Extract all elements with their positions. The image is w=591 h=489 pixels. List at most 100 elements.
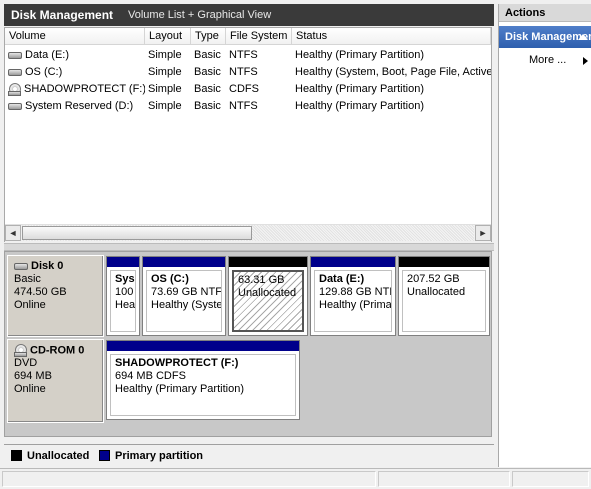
disk-name: Disk 0 [31,260,64,272]
volume-name: OS (C:) [25,66,63,78]
column-header-volume[interactable]: Volume [5,28,145,45]
partition-bar [311,257,395,267]
partition-size: 207.52 GB [407,273,460,285]
drive-icon [8,102,22,110]
partition-status: Unallocated [407,286,466,298]
actions-pane: Actions Disk Management More ... [498,4,591,467]
status-bar [0,468,591,489]
partition-unallocated-1[interactable]: 63.31 GB Unallocated [228,256,308,336]
actions-header: Actions [499,4,591,22]
volume-list[interactable]: Volume Layout Type File System Status Da… [4,27,492,242]
partition-status: Healthy (Primary Partition) [319,299,392,311]
legend-label-primary: Primary partition [115,450,204,462]
table-row[interactable]: OS (C:) Simple Basic NTFS Healthy (Syste… [5,64,491,81]
partition-status: Hea [115,299,136,311]
volume-status: Healthy (System, Boot, Page File, Active… [295,66,491,78]
legend-swatch-primary [99,450,110,461]
disk-state: Online [14,383,46,396]
column-header-status[interactable]: Status [292,28,491,45]
partition-bar [143,257,225,267]
status-segment [512,471,589,487]
volume-name: Data (E:) [25,49,70,61]
partition-bar [229,257,307,267]
cd-drive-icon [8,82,21,96]
status-segment [378,471,510,487]
disk-label-disk-0[interactable]: Disk 0 Basic 474.50 GB Online [7,255,104,337]
disk-kind: DVD [14,357,38,370]
partition-bar [107,341,299,351]
volume-status: Healthy (Primary Partition) [295,83,424,95]
scroll-right-button[interactable]: ► [475,225,491,241]
table-row[interactable]: SHADOWPROTECT (F:) Simple Basic CDFS Hea… [5,81,491,98]
collapse-up-icon[interactable] [578,34,588,40]
pane-splitter[interactable] [4,243,494,251]
partition-bar [399,257,489,267]
partition-shadowprotect-f[interactable]: SHADOWPROTECT (F:) 694 MB CDFS Healthy (… [106,340,300,420]
scroll-thumb[interactable] [22,226,252,240]
graphical-view: Disk 0 Basic 474.50 GB Online Sys 100 He… [4,251,492,437]
volume-fs: CDFS [229,83,259,95]
volume-name: SHADOWPROTECT (F:) [24,83,145,95]
console-title: Disk Management [11,8,114,22]
volume-fs: NTFS [229,100,258,112]
partition-size: 100 [115,286,134,298]
partition-size: 129.88 GB NTFS [319,286,391,298]
column-header-type[interactable]: Type [191,28,226,45]
partition-name: Data (E:) [319,273,365,285]
volume-type: Basic [194,66,221,78]
more-actions-item[interactable]: More ... [529,54,566,66]
partition-unallocated-2[interactable]: 207.52 GB Unallocated [398,256,490,336]
volume-status: Healthy (Primary Partition) [295,100,424,112]
volume-layout: Simple [148,66,182,78]
disk-icon [14,262,28,270]
column-header-file-system[interactable]: File System [226,28,292,45]
status-segment [2,471,376,487]
partition-system-reserved[interactable]: Sys 100 Hea [106,256,140,336]
partition-os-c[interactable]: OS (C:) 73.69 GB NTFS Healthy (System, B… [142,256,226,336]
volume-fs: NTFS [229,66,258,78]
chevron-right-icon [583,57,588,65]
partition-status: Unallocated [238,287,297,299]
horizontal-scrollbar[interactable]: ◄ ► [5,224,491,242]
partition-name: SHADOWPROTECT (F:) [115,357,239,369]
volume-type: Basic [194,83,221,95]
partition-data-e[interactable]: Data (E:) 129.88 GB NTFS Healthy (Primar… [310,256,396,336]
partition-size: 694 MB CDFS [115,370,186,382]
table-row[interactable]: Data (E:) Simple Basic NTFS Healthy (Pri… [5,47,491,64]
drive-icon [8,68,22,76]
disk-state: Online [14,299,46,311]
drive-icon [8,51,22,59]
table-row[interactable]: System Reserved (D:) Simple Basic NTFS H… [5,98,491,115]
partition-status: Healthy (Primary Partition) [115,383,244,395]
legend-label-unallocated: Unallocated [27,450,90,462]
cd-drive-icon [14,344,27,357]
disk-kind: Basic [14,273,41,285]
partition-status: Healthy (System, Boot, Page File, Active… [151,299,222,311]
partition-size: 63.31 GB [238,274,285,286]
volume-name: System Reserved (D:) [25,100,134,112]
volume-fs: NTFS [229,49,258,61]
volume-type: Basic [194,49,221,61]
column-header-layout[interactable]: Layout [145,28,191,45]
partition-bar [107,257,139,267]
view-mode-label: Volume List + Graphical View [128,9,272,21]
volume-type: Basic [194,100,221,112]
legend-swatch-unallocated [11,450,22,461]
volume-layout: Simple [148,100,182,112]
disk-label-cd-rom-0[interactable]: CD-ROM 0 DVD 694 MB Online [7,339,104,423]
volume-status: Healthy (Primary Partition) [295,49,424,61]
volume-layout: Simple [148,83,182,95]
main-pane: Disk Management Volume List + Graphical … [0,0,494,467]
console-title-bar: Disk Management Volume List + Graphical … [4,4,494,26]
partition-name: OS (C:) [151,273,189,285]
scroll-left-button[interactable]: ◄ [5,225,21,241]
partition-name: Sys [115,273,135,285]
partition-size: 73.69 GB NTFS [151,286,222,298]
disk-size: 694 MB [14,370,52,383]
disk-name: CD-ROM 0 [30,344,85,357]
disk-size: 474.50 GB [14,286,67,298]
volume-layout: Simple [148,49,182,61]
actions-section-disk-management[interactable]: Disk Management [499,26,591,48]
legend: Unallocated Primary partition [4,444,494,466]
actions-title: Actions [505,7,546,19]
